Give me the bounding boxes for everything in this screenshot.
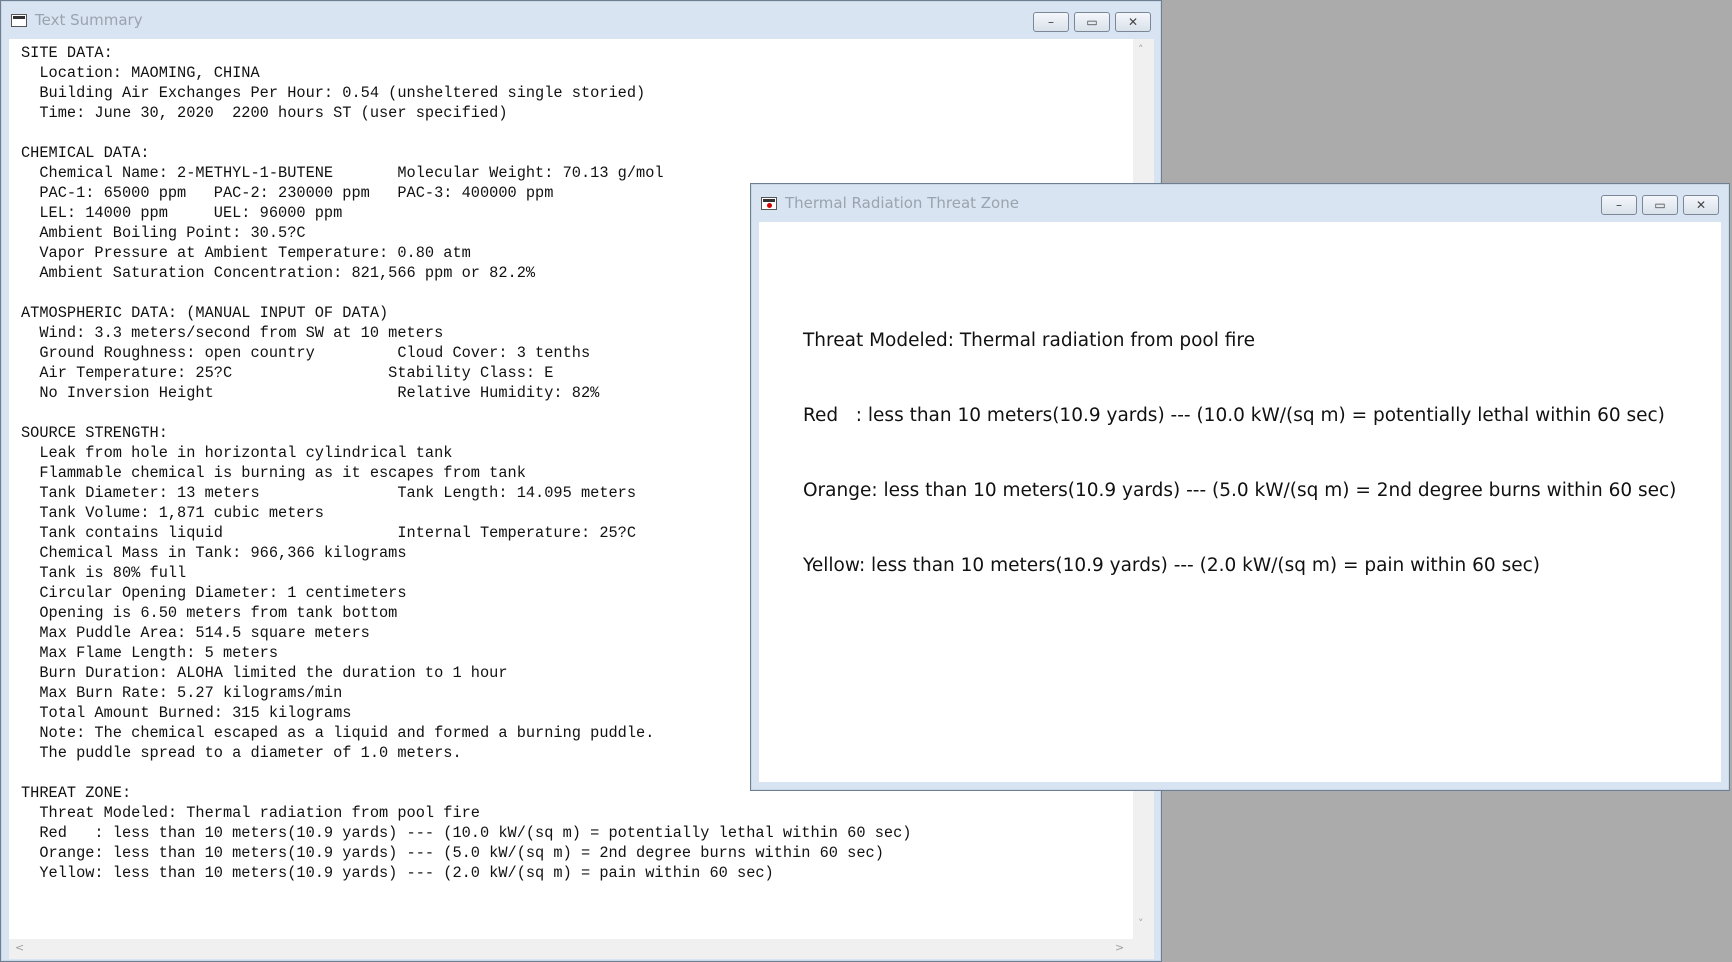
threat-zone-titlebar[interactable]: Thermal Radiation Threat Zone – ▭ ✕: [751, 184, 1729, 222]
threat-modeled-line: Threat Modeled: Thermal radiation from p…: [803, 330, 1255, 351]
threat-zone-window: Thermal Radiation Threat Zone – ▭ ✕ Thre…: [750, 183, 1730, 791]
minimize-button[interactable]: –: [1033, 12, 1069, 32]
scroll-down-icon[interactable]: ˅: [1138, 917, 1144, 930]
summary-line: Chemical Name: 2-METHYL-1-BUTENE Molecul…: [21, 164, 664, 182]
scroll-up-icon[interactable]: ˄: [1138, 43, 1144, 56]
scroll-left-icon[interactable]: <: [15, 941, 24, 954]
summary-line: Orange: less than 10 meters(10.9 yards) …: [21, 844, 884, 862]
threat-zone-text: Threat Modeled: Thermal radiation from p…: [803, 278, 1676, 628]
maximize-button[interactable]: ▭: [1642, 195, 1678, 215]
threat-red-line: Red : less than 10 meters(10.9 yards) --…: [803, 405, 1665, 426]
text-document-icon: [11, 13, 27, 27]
summary-line: Building Air Exchanges Per Hour: 0.54 (u…: [21, 84, 646, 102]
text-summary-titlebar[interactable]: Text Summary – ▭ ✕: [1, 1, 1161, 39]
minimize-button[interactable]: –: [1601, 195, 1637, 215]
threat-orange-line: Orange: less than 10 meters(10.9 yards) …: [803, 480, 1677, 501]
threat-yellow-line: Yellow: less than 10 meters(10.9 yards) …: [803, 555, 1540, 576]
horizontal-scrollbar[interactable]: < >: [9, 939, 1133, 959]
summary-line: SITE DATA:: [21, 44, 113, 62]
close-button[interactable]: ✕: [1115, 12, 1151, 32]
size-grip[interactable]: [1133, 939, 1154, 959]
summary-line: Threat Modeled: Thermal radiation from p…: [21, 804, 480, 822]
close-button[interactable]: ✕: [1683, 195, 1719, 215]
threat-zone-content: Threat Modeled: Thermal radiation from p…: [759, 222, 1721, 782]
summary-line: Red : less than 10 meters(10.9 yards) --…: [21, 824, 912, 842]
summary-line: CHEMICAL DATA:: [21, 144, 150, 162]
window-title: Thermal Radiation Threat Zone: [785, 194, 1019, 212]
summary-line: Yellow: less than 10 meters(10.9 yards) …: [21, 864, 774, 882]
maximize-button[interactable]: ▭: [1074, 12, 1110, 32]
summary-line: Location: MAOMING, CHINA: [21, 64, 260, 82]
threat-zone-icon: [761, 196, 777, 210]
scroll-right-icon[interactable]: >: [1115, 941, 1124, 954]
summary-line: [21, 123, 1133, 143]
summary-line: Time: June 30, 2020 2200 hours ST (user …: [21, 104, 508, 122]
window-title: Text Summary: [35, 11, 143, 29]
